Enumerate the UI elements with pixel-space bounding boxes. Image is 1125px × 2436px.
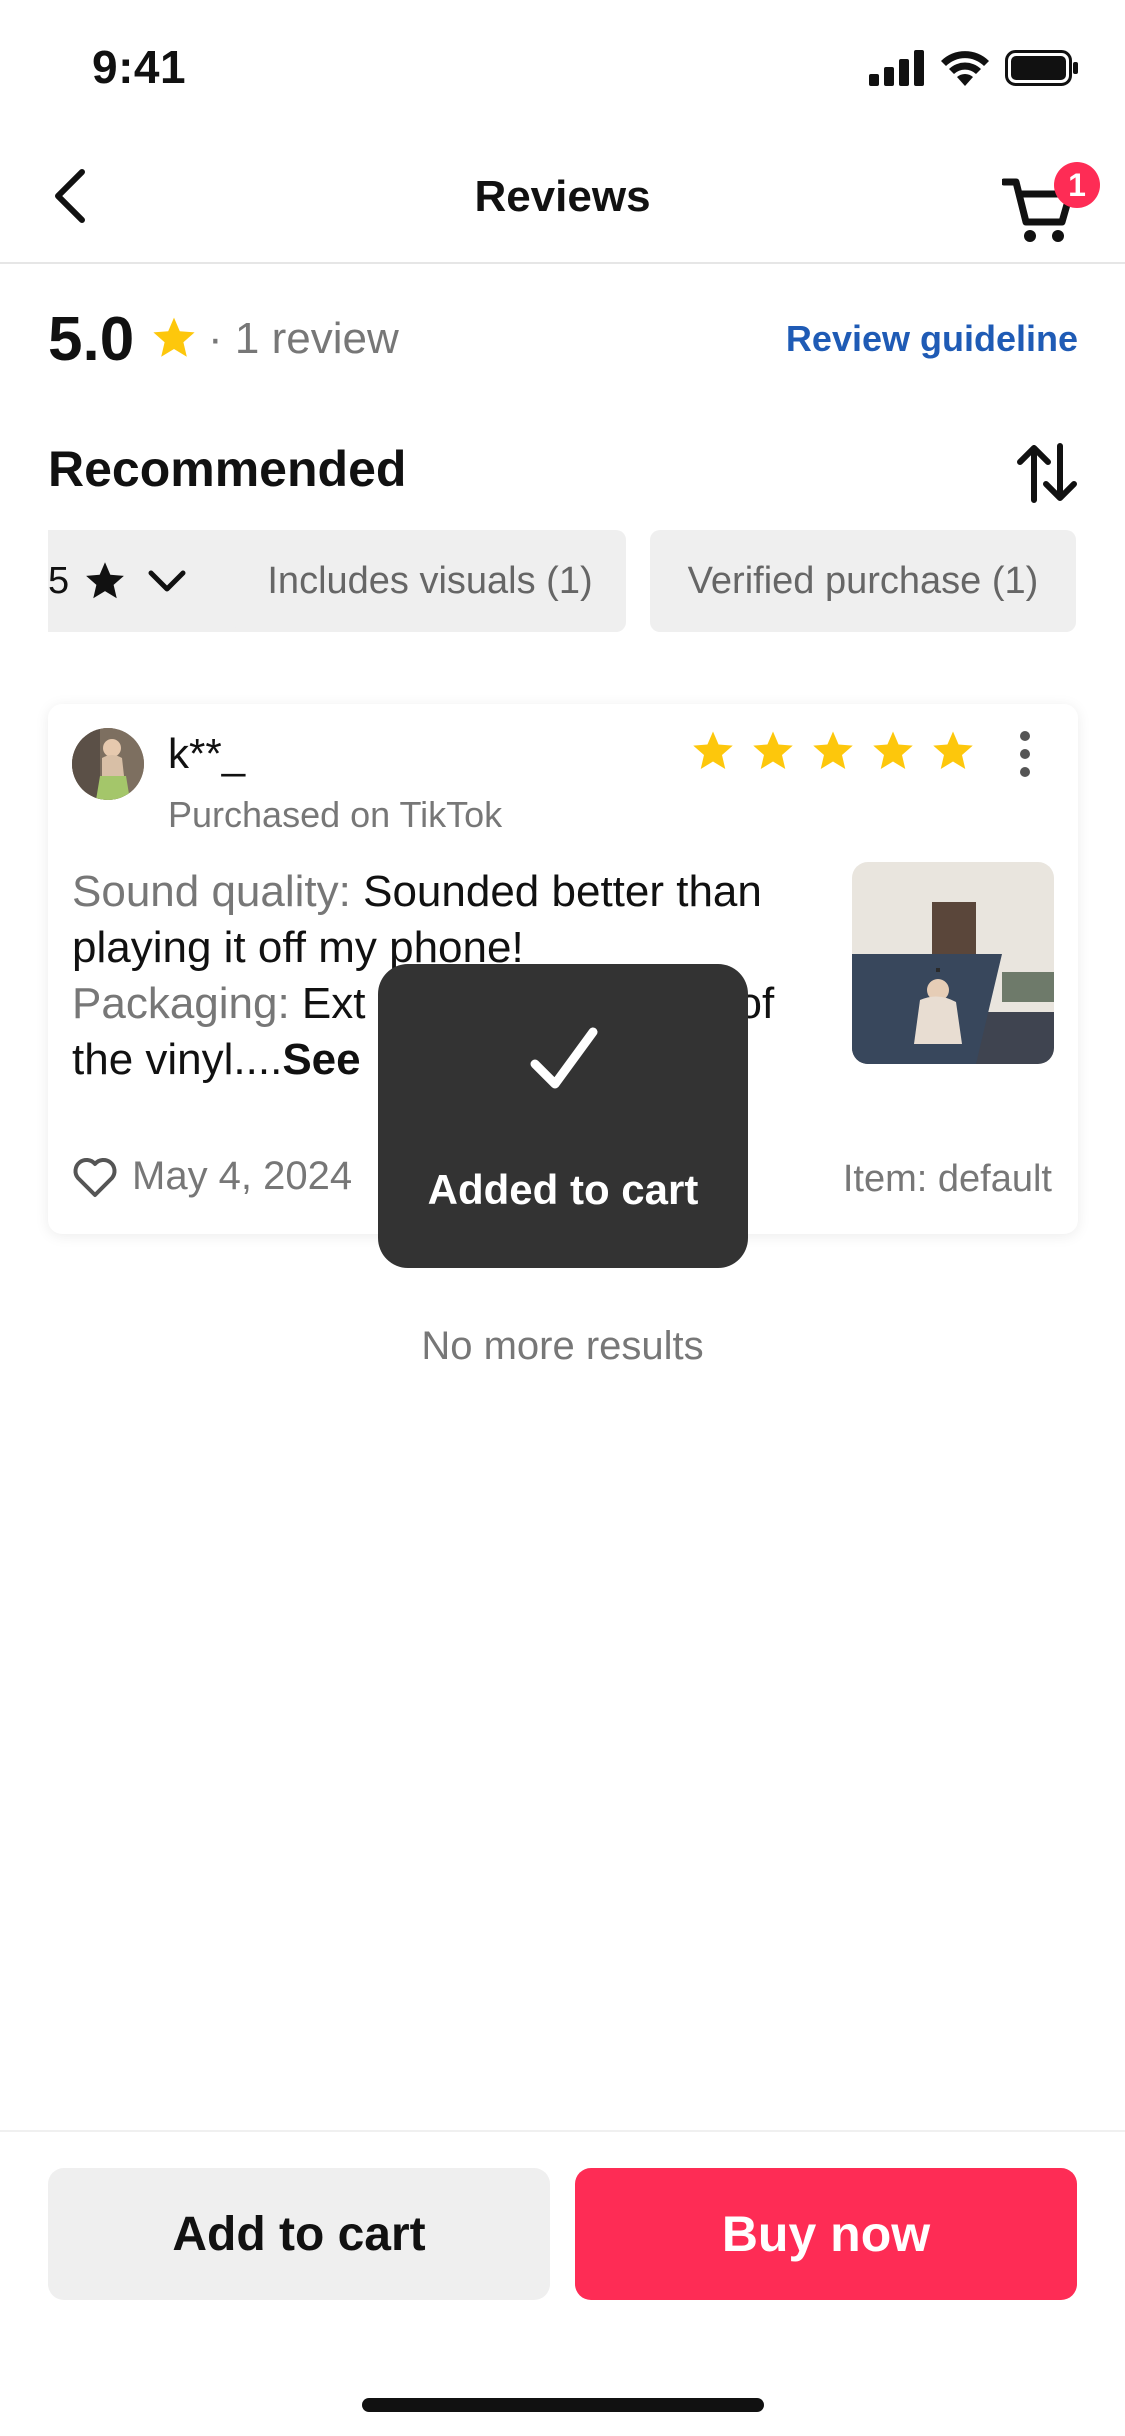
review-guideline-link[interactable]: Review guideline	[786, 318, 1078, 360]
star-icon	[933, 731, 973, 770]
chevron-down-icon	[148, 570, 186, 592]
purchase-source: Purchased on TikTok	[168, 794, 503, 835]
toast-check	[378, 1024, 748, 1096]
sort-button[interactable]	[1014, 440, 1080, 506]
separator-dot: ·	[208, 314, 223, 363]
sort-title[interactable]: Recommended	[48, 440, 406, 498]
packaging-label: Packaging:	[72, 979, 290, 1028]
checkmark-icon	[530, 1027, 598, 1089]
review-stars	[690, 728, 976, 774]
like-row: May 4, 2024	[72, 1154, 352, 1199]
filter-chips: 5 Includes visuals (1) Verified purchase…	[48, 530, 1078, 634]
wifi-icon	[941, 51, 989, 86]
includes-visuals-chip[interactable]: Includes visuals (1)	[234, 530, 626, 632]
cart-button[interactable]: 1	[998, 162, 1100, 242]
item-variant: Item: default	[842, 1158, 1052, 1200]
average-rating: 5.0	[48, 305, 135, 374]
reviewer-name: k**_	[168, 730, 246, 777]
bottom-action-bar: Add to cart Buy now	[0, 2130, 1125, 2436]
star-icon	[693, 731, 733, 770]
star-icon	[86, 562, 125, 599]
cart-count-badge: 1	[1054, 162, 1100, 208]
review-photo[interactable]	[852, 862, 1054, 1064]
page-title: Reviews	[474, 172, 651, 221]
home-indicator[interactable]	[362, 2398, 764, 2412]
rating-filter-label: 5	[48, 559, 70, 602]
review-count: · 1 review	[208, 314, 399, 364]
review-photo-image	[852, 862, 1054, 1064]
review-count-text: 1 review	[234, 314, 399, 363]
status-bar: 9:41	[0, 0, 1125, 132]
star-icon	[753, 731, 793, 770]
more-options-button[interactable]	[1010, 728, 1040, 780]
star-icon	[813, 731, 853, 770]
rating-filter-chip[interactable]: 5	[48, 530, 258, 632]
battery-icon	[1005, 50, 1078, 86]
add-to-cart-button[interactable]: Add to cart	[48, 2168, 550, 2300]
more-vertical-icon	[1020, 731, 1030, 777]
see-more-link[interactable]: See	[282, 1035, 360, 1084]
star-icon	[873, 731, 913, 770]
status-icons	[869, 50, 1079, 86]
verified-purchase-chip[interactable]: Verified purchase (1)	[650, 530, 1076, 632]
sort-arrows-icon	[1017, 443, 1077, 503]
review-date: May 4, 2024	[132, 1154, 353, 1198]
sound-quality-label: Sound quality:	[72, 867, 351, 916]
signal-icon	[869, 50, 924, 86]
avatar[interactable]	[72, 728, 144, 800]
status-time: 9:41	[92, 41, 187, 93]
avatar-photo	[72, 728, 144, 800]
navigation-bar: Reviews 1	[0, 132, 1125, 264]
heart-icon[interactable]	[72, 1156, 118, 1198]
rating-summary: 5.0 · 1 review Review guideline	[48, 300, 1078, 380]
toast-message: Added to cart	[427, 1166, 699, 1213]
reviews-screen: 9:41 Reviews 1 5.0 · 1 review Review gui…	[0, 0, 1125, 2436]
added-to-cart-toast: Added to cart	[378, 964, 748, 1268]
no-more-results: No more results	[421, 1324, 704, 1368]
buy-now-button[interactable]: Buy now	[575, 2168, 1077, 2300]
packaging-text: Ext	[289, 979, 366, 1028]
star-icon	[153, 317, 195, 357]
